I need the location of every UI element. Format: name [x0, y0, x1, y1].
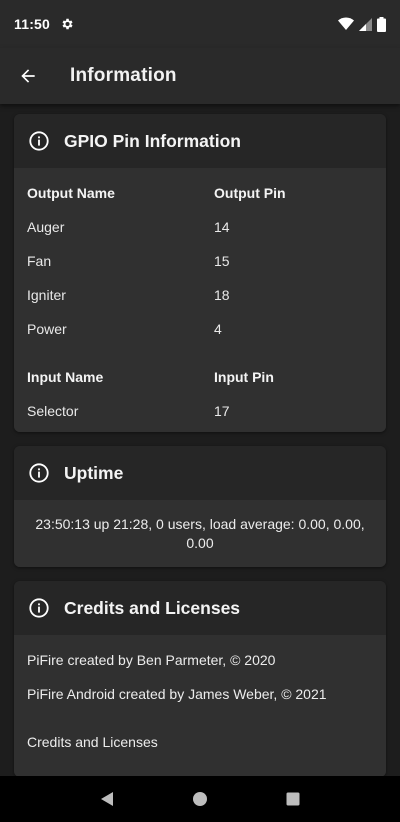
status-bar: 11:50: [0, 0, 400, 48]
input-pin-header: Input Pin: [214, 369, 274, 385]
output-pin: 14: [214, 219, 230, 235]
uptime-card: Uptime 23:50:13 up 21:28, 0 users, load …: [14, 446, 386, 567]
status-icons: [338, 16, 386, 32]
gpio-card-title: GPIO Pin Information: [64, 130, 241, 151]
input-name-header: Input Name: [27, 369, 104, 385]
recents-square-icon[interactable]: [285, 791, 301, 807]
uptime-card-header: Uptime: [14, 446, 386, 500]
row-spacer: [27, 346, 386, 360]
credit-line: PiFire created by Ben Parmeter, © 2020: [27, 652, 276, 668]
credits-body: PiFire created by Ben Parmeter, © 2020 P…: [14, 635, 386, 777]
wifi-icon: [338, 17, 354, 30]
output-name: Auger: [27, 219, 65, 235]
gpio-card-header: GPIO Pin Information: [14, 114, 386, 168]
input-pin: 17: [214, 403, 230, 419]
credits-licenses-link[interactable]: Credits and Licenses: [27, 732, 373, 766]
arrow-back-icon: [21, 69, 35, 83]
output-name: Power: [27, 321, 67, 337]
credits-card-title: Credits and Licenses: [64, 597, 241, 618]
table-row: Auger 14: [27, 210, 386, 244]
content: GPIO Pin Information Output Name Output …: [14, 114, 386, 791]
output-pin: 4: [214, 321, 222, 337]
input-name: Selector: [27, 403, 79, 419]
gear-icon: [62, 18, 73, 30]
uptime-text: 23:50:13 up 21:28, 0 users, load average…: [14, 500, 386, 567]
output-header-row: Output Name Output Pin: [27, 176, 386, 210]
system-nav-bar: [0, 776, 400, 822]
uptime-card-title: Uptime: [64, 462, 124, 483]
back-button[interactable]: [0, 48, 56, 104]
credit-line: PiFire Android created by James Weber, ©…: [27, 686, 327, 702]
page-title: Information: [70, 65, 177, 86]
output-name: Igniter: [27, 287, 66, 303]
info-icon: [29, 131, 49, 151]
gpio-card: GPIO Pin Information Output Name Output …: [14, 114, 386, 432]
info-icon: [29, 463, 49, 483]
credits-card-header: Credits and Licenses: [14, 581, 386, 635]
gpio-table: Output Name Output Pin Auger 14 Fan 15 I…: [14, 168, 386, 432]
battery-icon: [377, 16, 386, 32]
output-name: Fan: [27, 253, 52, 269]
table-row: Igniter 18: [27, 278, 386, 312]
table-row: Power 4: [27, 312, 386, 346]
output-pin-header: Output Pin: [214, 185, 286, 201]
table-row: Fan 15: [27, 244, 386, 278]
info-icon: [29, 598, 49, 618]
home-circle-icon[interactable]: [192, 791, 208, 807]
app-bar: Information: [0, 48, 400, 104]
table-row: Selector 17: [27, 394, 386, 428]
output-pin: 18: [214, 287, 230, 303]
credits-card: Credits and Licenses PiFire created by B…: [14, 581, 386, 777]
back-triangle-icon[interactable]: [99, 791, 115, 807]
input-header-row: Input Name Input Pin: [27, 360, 386, 394]
status-time: 11:50: [14, 16, 51, 32]
output-name-header: Output Name: [27, 185, 115, 201]
signal-icon: [359, 17, 372, 31]
output-pin: 15: [214, 253, 230, 269]
